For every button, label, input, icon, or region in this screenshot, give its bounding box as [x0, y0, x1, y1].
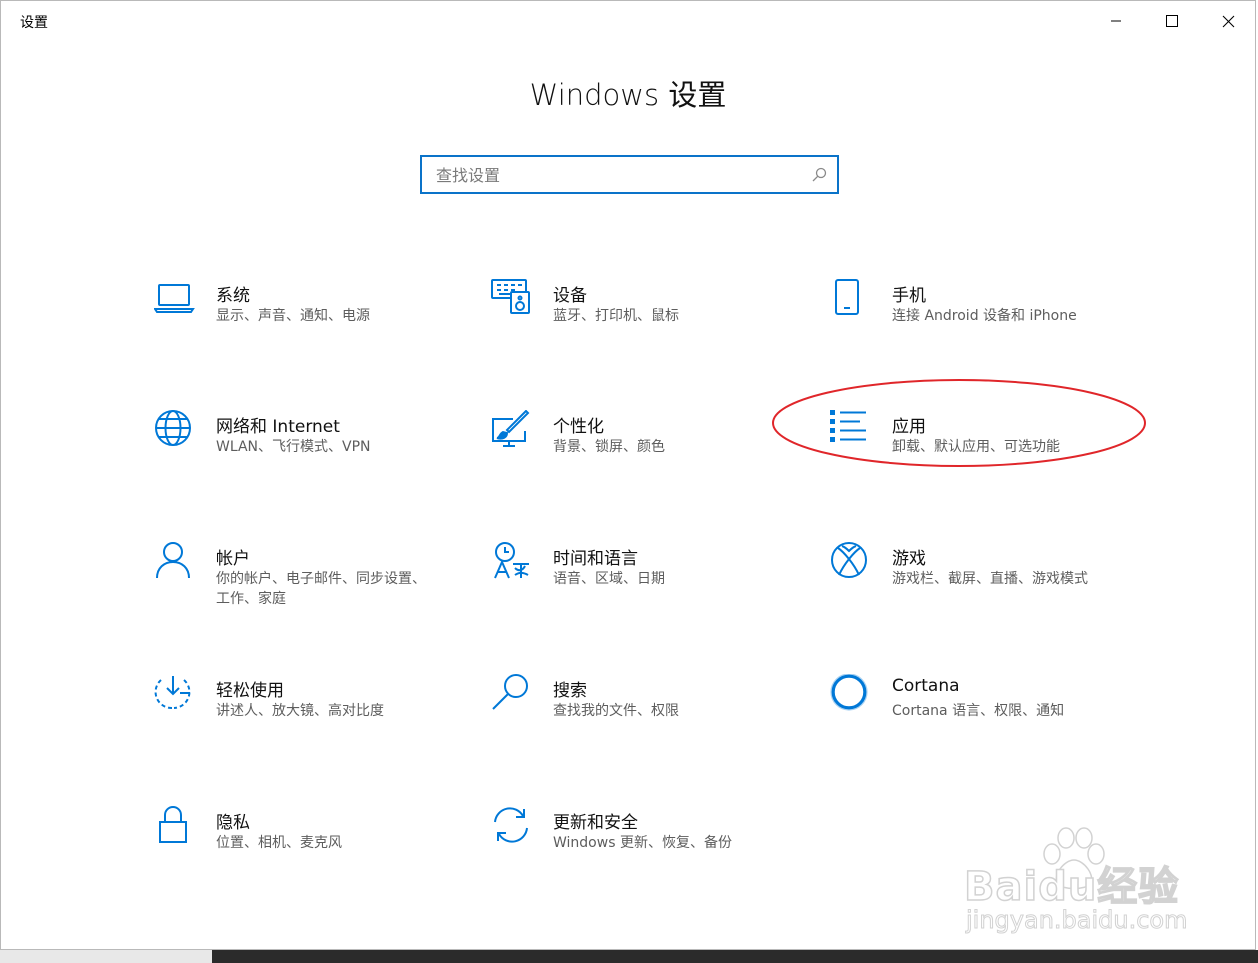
- tile-description: 语音、区域、日期: [553, 571, 665, 587]
- baidu-watermark: Baidu经验 jingyan.baidu.com: [956, 826, 1206, 941]
- apps-list-icon: [830, 410, 874, 454]
- tile-description: 你的帐户、电子邮件、同步设置、工作、家庭: [216, 571, 426, 607]
- taskbar-strip: [0, 950, 1258, 963]
- person-icon: [154, 542, 198, 586]
- phone-icon: [830, 279, 874, 323]
- tile-title: 应用: [892, 417, 926, 437]
- watermark-brand: Baidu经验: [963, 863, 1180, 911]
- tile-title: Cortana: [892, 676, 960, 696]
- tile-ease-of-access[interactable]: 轻松使用 讲述人、放大镜、高对比度: [154, 674, 454, 754]
- tile-description: 游戏栏、截屏、直播、游戏模式: [892, 571, 1088, 587]
- paw-icon: [1043, 827, 1105, 890]
- tile-time-language[interactable]: 时间和语言 语音、区域、日期: [491, 542, 791, 622]
- sync-icon: [491, 806, 535, 850]
- maximize-icon: [1166, 15, 1178, 27]
- xbox-icon: [830, 542, 874, 586]
- tile-system[interactable]: 系统 显示、声音、通知、电源: [154, 279, 454, 359]
- time-language-icon: [491, 542, 535, 586]
- tile-update-security[interactable]: 更新和安全 Windows 更新、恢复、备份: [491, 806, 791, 886]
- search-icon[interactable]: [811, 167, 827, 183]
- tile-title: 设备: [553, 286, 587, 306]
- globe-icon: [154, 410, 198, 454]
- tile-title: 网络和 Internet: [216, 417, 340, 437]
- maximize-button[interactable]: [1144, 1, 1200, 41]
- tile-title: 帐户: [216, 549, 250, 569]
- tile-description: WLAN、飞行模式、VPN: [216, 439, 371, 455]
- search-box[interactable]: [420, 155, 839, 194]
- tile-title: 游戏: [892, 549, 926, 569]
- close-icon: [1222, 15, 1234, 27]
- tile-search[interactable]: 搜索 查找我的文件、权限: [491, 674, 791, 754]
- tile-title: 更新和安全: [553, 813, 638, 833]
- search-magnifier-icon: [491, 674, 535, 718]
- tile-cortana[interactable]: Cortana Cortana 语言、权限、通知: [830, 674, 1130, 754]
- window-title: 设置: [20, 15, 48, 31]
- ease-of-access-icon: [154, 674, 198, 718]
- tile-title: 轻松使用: [216, 681, 284, 701]
- tile-devices[interactable]: 设备 蓝牙、打印机、鼠标: [491, 279, 791, 359]
- tile-apps[interactable]: 应用 卸载、默认应用、可选功能: [830, 410, 1130, 490]
- tile-title: 搜索: [553, 681, 587, 701]
- tile-description: 位置、相机、麦克风: [216, 835, 342, 851]
- tile-title: 隐私: [216, 813, 250, 833]
- tile-title: 个性化: [553, 417, 604, 437]
- tile-title: 时间和语言: [553, 549, 638, 569]
- tile-title: 手机: [892, 286, 926, 306]
- cortana-icon: [830, 674, 874, 718]
- tile-description: 卸载、默认应用、可选功能: [892, 439, 1060, 455]
- tile-network[interactable]: 网络和 Internet WLAN、飞行模式、VPN: [154, 410, 454, 490]
- close-button[interactable]: [1200, 1, 1256, 41]
- tile-privacy[interactable]: 隐私 位置、相机、麦克风: [154, 806, 454, 886]
- minimize-button[interactable]: [1088, 1, 1144, 41]
- tile-description: 显示、声音、通知、电源: [216, 308, 370, 324]
- tile-description: 查找我的文件、权限: [553, 703, 679, 719]
- tile-accounts[interactable]: 帐户 你的帐户、电子邮件、同步设置、工作、家庭: [154, 542, 454, 622]
- tile-description: Windows 更新、恢复、备份: [553, 835, 732, 851]
- page-title: Windows 设置: [529, 78, 727, 112]
- laptop-icon: [154, 279, 198, 323]
- title-bar[interactable]: 设置: [1, 1, 1255, 41]
- watermark-url: jingyan.baidu.com: [965, 906, 1188, 935]
- tile-description: Cortana 语言、权限、通知: [892, 703, 1065, 719]
- settings-window: 设置 Windows 设置 系统 显示、声音、通知、电源: [0, 0, 1256, 950]
- personalization-icon: [491, 410, 535, 454]
- tile-title: 系统: [216, 286, 250, 306]
- tile-description: 讲述人、放大镜、高对比度: [216, 703, 384, 719]
- minimize-icon: [1111, 20, 1121, 22]
- tile-description: 连接 Android 设备和 iPhone: [892, 308, 1077, 324]
- devices-icon: [491, 279, 535, 323]
- search-input[interactable]: [434, 161, 808, 190]
- taskbar-dark-area: [212, 950, 1258, 963]
- tile-phone[interactable]: 手机 连接 Android 设备和 iPhone: [830, 279, 1130, 359]
- tile-personalization[interactable]: 个性化 背景、锁屏、颜色: [491, 410, 791, 490]
- tile-description: 蓝牙、打印机、鼠标: [553, 308, 679, 324]
- tile-description: 背景、锁屏、颜色: [553, 439, 665, 455]
- tile-gaming[interactable]: 游戏 游戏栏、截屏、直播、游戏模式: [830, 542, 1130, 622]
- lock-icon: [154, 806, 198, 850]
